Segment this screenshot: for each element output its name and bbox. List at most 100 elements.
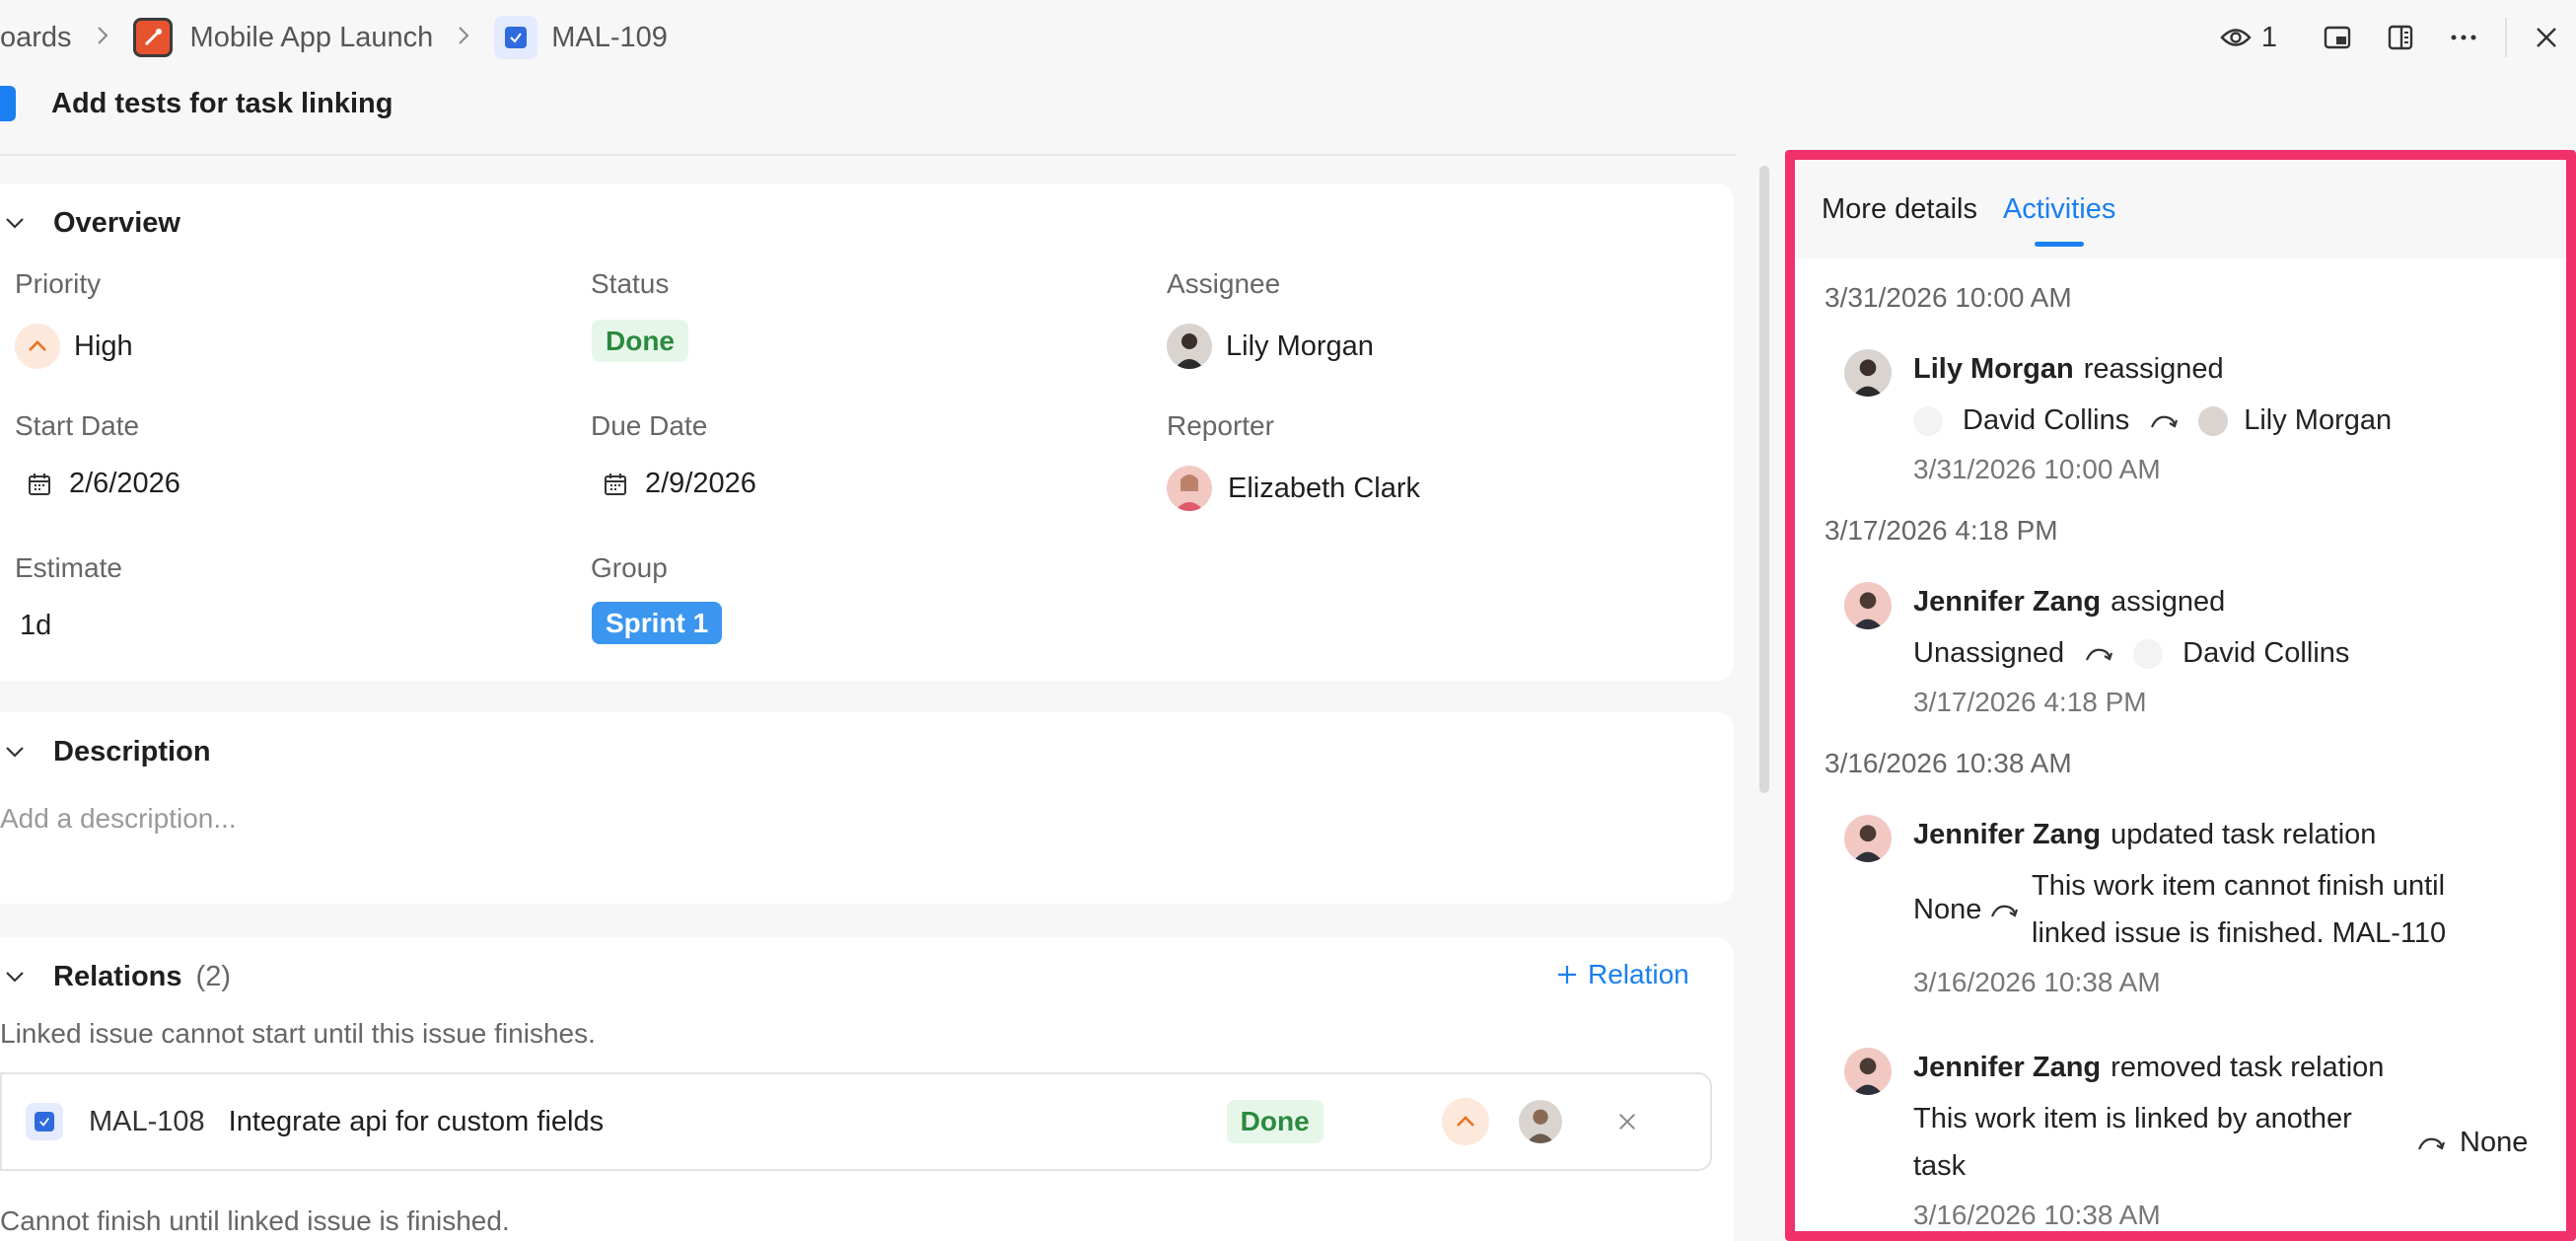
priority-value: High bbox=[74, 329, 133, 362]
task-color-marker bbox=[0, 86, 16, 121]
top-right-actions: 1 bbox=[2209, 0, 2576, 75]
avatar bbox=[1844, 582, 1892, 629]
activity-summary: Jennifer Zang assigned bbox=[1913, 586, 2225, 619]
watchers-button[interactable]: 1 bbox=[2209, 22, 2288, 54]
activity-user[interactable]: Jennifer Zang bbox=[1913, 586, 2101, 619]
toolbar-divider bbox=[2505, 18, 2507, 57]
status-badge: Done bbox=[592, 320, 688, 362]
picture-in-picture-icon bbox=[2324, 26, 2351, 49]
estimate-value: 1d bbox=[20, 610, 52, 641]
relation-item[interactable]: MAL-108 Integrate api for custom fields … bbox=[0, 1072, 1712, 1171]
activity-from: Unassigned bbox=[1913, 637, 2065, 669]
group-badge: Sprint 1 bbox=[592, 602, 723, 644]
breadcrumb-project[interactable]: Mobile App Launch bbox=[190, 22, 434, 54]
more-options-button[interactable] bbox=[2432, 34, 2495, 41]
remove-relation-close-icon[interactable] bbox=[1617, 1112, 1637, 1132]
priority-label: Priority bbox=[15, 268, 102, 299]
relation-group-text: Linked issue cannot start until this iss… bbox=[0, 1018, 596, 1049]
activity-user[interactable]: Jennifer Zang bbox=[1913, 819, 2101, 851]
add-relation-label: Relation bbox=[1588, 959, 1689, 989]
activity-from: David Collins bbox=[1963, 404, 2130, 436]
description-input[interactable]: Add a description... bbox=[0, 803, 237, 835]
split-view-button[interactable] bbox=[2369, 25, 2432, 50]
breadcrumb: oards Mobile App Launch MAL-109 bbox=[0, 16, 668, 59]
start-date-value-wrap[interactable]: 2/6/2026 bbox=[28, 468, 180, 500]
overview-header[interactable]: Overview bbox=[0, 203, 180, 243]
activity-action: assigned bbox=[2111, 586, 2226, 618]
assignee-label: Assignee bbox=[1167, 268, 1281, 299]
avatar bbox=[1167, 324, 1212, 369]
relations-count: (2) bbox=[195, 960, 231, 992]
avatar bbox=[1844, 349, 1892, 397]
tab-activities[interactable]: Activities bbox=[2003, 160, 2115, 258]
assignee-field: Assignee bbox=[1167, 268, 1280, 300]
scrollbar[interactable] bbox=[1759, 166, 1769, 793]
close-button[interactable] bbox=[2517, 27, 2576, 48]
activity-action: reassigned bbox=[2083, 353, 2224, 385]
relations-title: Relations bbox=[53, 960, 182, 992]
chevron-down-icon bbox=[4, 970, 43, 984]
ellipsis-icon bbox=[2450, 34, 2477, 41]
avatar[interactable] bbox=[1518, 1100, 1562, 1143]
task-type-icon bbox=[494, 16, 538, 59]
tab-activities-label: Activities bbox=[2002, 192, 2116, 225]
start-date-label: Start Date bbox=[15, 410, 140, 441]
activity-action: removed task relation bbox=[2111, 1052, 2385, 1083]
avatar bbox=[2133, 638, 2164, 669]
panel-tabs: More details Activities bbox=[1795, 160, 2566, 258]
chevron-down-icon bbox=[4, 216, 43, 230]
top-bar: oards Mobile App Launch MAL-109 1 bbox=[0, 0, 2576, 75]
eye-icon bbox=[2220, 27, 2252, 48]
chevron-right-icon bbox=[457, 22, 470, 53]
breadcrumb-task-id[interactable]: MAL-109 bbox=[551, 22, 668, 54]
add-relation-button[interactable]: Relation bbox=[1556, 959, 1689, 990]
relation-status-badge[interactable]: Done bbox=[1226, 1100, 1324, 1143]
activity-change: David Collins Lily Morgan bbox=[1913, 404, 2392, 437]
start-date-value: 2/6/2026 bbox=[69, 468, 180, 499]
header-divider bbox=[0, 154, 1736, 156]
group-value-wrap[interactable]: Sprint 1 bbox=[592, 602, 723, 644]
activity-date-header: 3/16/2026 10:38 AM bbox=[1825, 748, 2072, 778]
activity-timestamp: 3/16/2026 10:38 AM bbox=[1913, 1200, 2161, 1230]
redo-arrow-icon bbox=[2084, 645, 2113, 663]
overview-card: Overview Priority High Status Done Assig… bbox=[0, 183, 1734, 681]
panel-layout-button[interactable] bbox=[2306, 26, 2369, 49]
priority-value-wrap[interactable]: High bbox=[15, 324, 133, 369]
estimate-value-wrap[interactable]: 1d bbox=[20, 610, 51, 642]
activity-user[interactable]: Lily Morgan bbox=[1913, 353, 2074, 386]
tab-more-details[interactable]: More details bbox=[1822, 160, 1977, 258]
status-value-wrap[interactable]: Done bbox=[592, 320, 688, 362]
activity-from: This work item is linked by another bbox=[1913, 1103, 2352, 1134]
reporter-label: Reporter bbox=[1167, 410, 1274, 441]
activity-timestamp: 3/16/2026 10:38 AM bbox=[1913, 967, 2161, 997]
task-title-row: Add tests for task linking bbox=[0, 79, 393, 128]
project-icon bbox=[132, 18, 173, 57]
avatar bbox=[1913, 405, 1943, 436]
estimate-label: Estimate bbox=[15, 552, 122, 583]
group-field: Group bbox=[591, 552, 668, 584]
activity-to: None bbox=[2460, 1127, 2529, 1158]
relation-group-text: Cannot finish until linked issue is fini… bbox=[0, 1205, 510, 1236]
priority-high-icon bbox=[15, 324, 60, 369]
activity-user[interactable]: Jennifer Zang bbox=[1913, 1052, 2101, 1084]
breadcrumb-boards[interactable]: oards bbox=[0, 22, 72, 54]
priority-high-icon[interactable] bbox=[1441, 1098, 1489, 1145]
activity-panel: More details Activities 3/31/2026 10:00 … bbox=[1785, 150, 2576, 1241]
relation-item-title[interactable]: Integrate api for custom fields bbox=[229, 1106, 1227, 1138]
start-date-field: Start Date bbox=[15, 410, 139, 442]
relation-item-id[interactable]: MAL-108 bbox=[89, 1106, 205, 1138]
task-title[interactable]: Add tests for task linking bbox=[51, 88, 393, 120]
status-label: Status bbox=[591, 268, 670, 299]
description-header[interactable]: Description bbox=[0, 732, 211, 771]
avatar bbox=[1167, 466, 1212, 511]
close-icon bbox=[2536, 27, 2557, 48]
activity-action: updated task relation bbox=[2111, 819, 2377, 850]
activity-from: task bbox=[1913, 1150, 1967, 1182]
relations-header[interactable]: Relations (2) bbox=[0, 957, 231, 996]
due-date-field: Due Date bbox=[591, 410, 707, 442]
due-date-value-wrap[interactable]: 2/9/2026 bbox=[604, 468, 756, 500]
assignee-value-wrap[interactable]: Lily Morgan bbox=[1167, 324, 1374, 369]
reporter-value-wrap[interactable]: Elizabeth Clark bbox=[1167, 466, 1420, 511]
description-card: Description Add a description... bbox=[0, 712, 1734, 904]
activity-date-header: 3/31/2026 10:00 AM bbox=[1825, 282, 2072, 313]
